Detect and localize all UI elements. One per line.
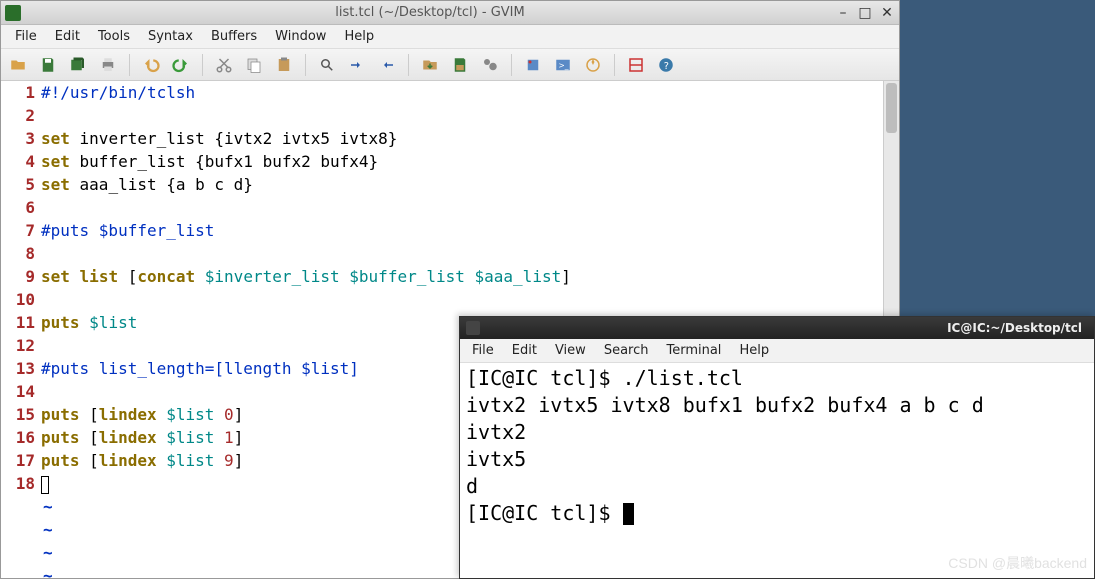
gvim-titlebar[interactable]: list.tcl (~/Desktop/tcl) - GVIM – □ ✕	[1, 1, 899, 25]
line-number: 2	[1, 104, 35, 127]
maximize-button[interactable]: □	[857, 5, 873, 21]
line-number: 1	[1, 81, 35, 104]
find-prev-icon[interactable]	[374, 52, 400, 78]
svg-text:?: ?	[664, 60, 669, 71]
terminal-titlebar[interactable]: IC@IC:~/Desktop/tcl	[460, 317, 1094, 339]
session-load-icon[interactable]	[417, 52, 443, 78]
code-line[interactable]: set inverter_list {ivtx2 ivtx5 ivtx8}	[41, 127, 883, 150]
code-line[interactable]	[41, 196, 883, 219]
line-number: 8	[1, 242, 35, 265]
terminal-line: ivtx2 ivtx5 ivtx8 bufx1 bufx2 bufx4 a b …	[466, 392, 1088, 419]
open-icon[interactable]	[5, 52, 31, 78]
make-icon[interactable]	[520, 52, 546, 78]
term-menu-view[interactable]: View	[547, 341, 594, 360]
print-icon[interactable]	[95, 52, 121, 78]
terminal-line: [IC@IC tcl]$ ./list.tcl	[466, 365, 1088, 392]
line-number: 18	[1, 472, 35, 495]
term-menu-search[interactable]: Search	[596, 341, 657, 360]
terminal-app-icon	[466, 321, 480, 335]
code-line[interactable]: #!/usr/bin/tclsh	[41, 81, 883, 104]
close-button[interactable]: ✕	[879, 5, 895, 21]
menu-window[interactable]: Window	[267, 27, 334, 46]
term-menu-edit[interactable]: Edit	[504, 341, 545, 360]
line-number: 9	[1, 265, 35, 288]
line-number: 13	[1, 357, 35, 380]
find-next-icon[interactable]	[344, 52, 370, 78]
line-number: 17	[1, 449, 35, 472]
line-number: 3	[1, 127, 35, 150]
code-line[interactable]	[41, 104, 883, 127]
scrollbar-thumb[interactable]	[886, 83, 897, 133]
line-number: 14	[1, 380, 35, 403]
menu-edit[interactable]: Edit	[47, 27, 88, 46]
code-line[interactable]: set list [concat $inverter_list $buffer_…	[41, 265, 883, 288]
line-number: 15	[1, 403, 35, 426]
line-number-gutter: 123456789101112131415161718	[1, 81, 41, 578]
terminal-window: IC@IC:~/Desktop/tcl FileEditViewSearchTe…	[459, 316, 1095, 579]
terminal-title: IC@IC:~/Desktop/tcl	[486, 321, 1088, 335]
code-line[interactable]: #puts $buffer_list	[41, 219, 883, 242]
paste-icon[interactable]	[271, 52, 297, 78]
line-number: 5	[1, 173, 35, 196]
line-number: 16	[1, 426, 35, 449]
line-number: 12	[1, 334, 35, 357]
menu-help[interactable]: Help	[336, 27, 382, 46]
menu-syntax[interactable]: Syntax	[140, 27, 201, 46]
save-icon[interactable]	[35, 52, 61, 78]
cut-icon[interactable]	[211, 52, 237, 78]
gvim-menubar: FileEditToolsSyntaxBuffersWindowHelp	[1, 25, 899, 49]
run-script-icon[interactable]	[477, 52, 503, 78]
line-number: 11	[1, 311, 35, 334]
terminal-body[interactable]: [IC@IC tcl]$ ./list.tclivtx2 ivtx5 ivtx8…	[460, 363, 1094, 578]
shell-icon[interactable]: >_	[550, 52, 576, 78]
svg-text:>_: >_	[559, 61, 569, 70]
save-all-icon[interactable]	[65, 52, 91, 78]
tags-icon[interactable]	[580, 52, 606, 78]
code-line[interactable]	[41, 242, 883, 265]
gvim-app-icon	[5, 5, 21, 21]
find-replace-icon[interactable]	[314, 52, 340, 78]
gvim-toolbar: >_ ?	[1, 49, 899, 81]
redo-icon[interactable]	[168, 52, 194, 78]
terminal-line: [IC@IC tcl]$	[466, 500, 1088, 527]
menu-file[interactable]: File	[7, 27, 45, 46]
line-number: 6	[1, 196, 35, 219]
session-save-icon[interactable]	[447, 52, 473, 78]
term-menu-file[interactable]: File	[464, 341, 502, 360]
line-number: 4	[1, 150, 35, 173]
terminal-line: ivtx5	[466, 446, 1088, 473]
undo-icon[interactable]	[138, 52, 164, 78]
help-icon[interactable]: ?	[653, 52, 679, 78]
line-number: 10	[1, 288, 35, 311]
code-line[interactable]	[41, 288, 883, 311]
term-menu-help[interactable]: Help	[731, 341, 777, 360]
new-window-icon[interactable]	[623, 52, 649, 78]
gvim-title: list.tcl (~/Desktop/tcl) - GVIM	[25, 5, 835, 20]
code-line[interactable]: set aaa_list {a b c d}	[41, 173, 883, 196]
text-cursor	[41, 476, 49, 494]
terminal-menubar: FileEditViewSearchTerminalHelp	[460, 339, 1094, 363]
watermark: CSDN @晨曦backend	[948, 553, 1087, 573]
terminal-line: d	[466, 473, 1088, 500]
term-menu-terminal[interactable]: Terminal	[658, 341, 729, 360]
terminal-cursor	[623, 503, 634, 525]
code-line[interactable]: set buffer_list {bufx1 bufx2 bufx4}	[41, 150, 883, 173]
line-number: 7	[1, 219, 35, 242]
terminal-line: ivtx2	[466, 419, 1088, 446]
copy-icon[interactable]	[241, 52, 267, 78]
minimize-button[interactable]: –	[835, 5, 851, 21]
menu-tools[interactable]: Tools	[90, 27, 138, 46]
menu-buffers[interactable]: Buffers	[203, 27, 265, 46]
